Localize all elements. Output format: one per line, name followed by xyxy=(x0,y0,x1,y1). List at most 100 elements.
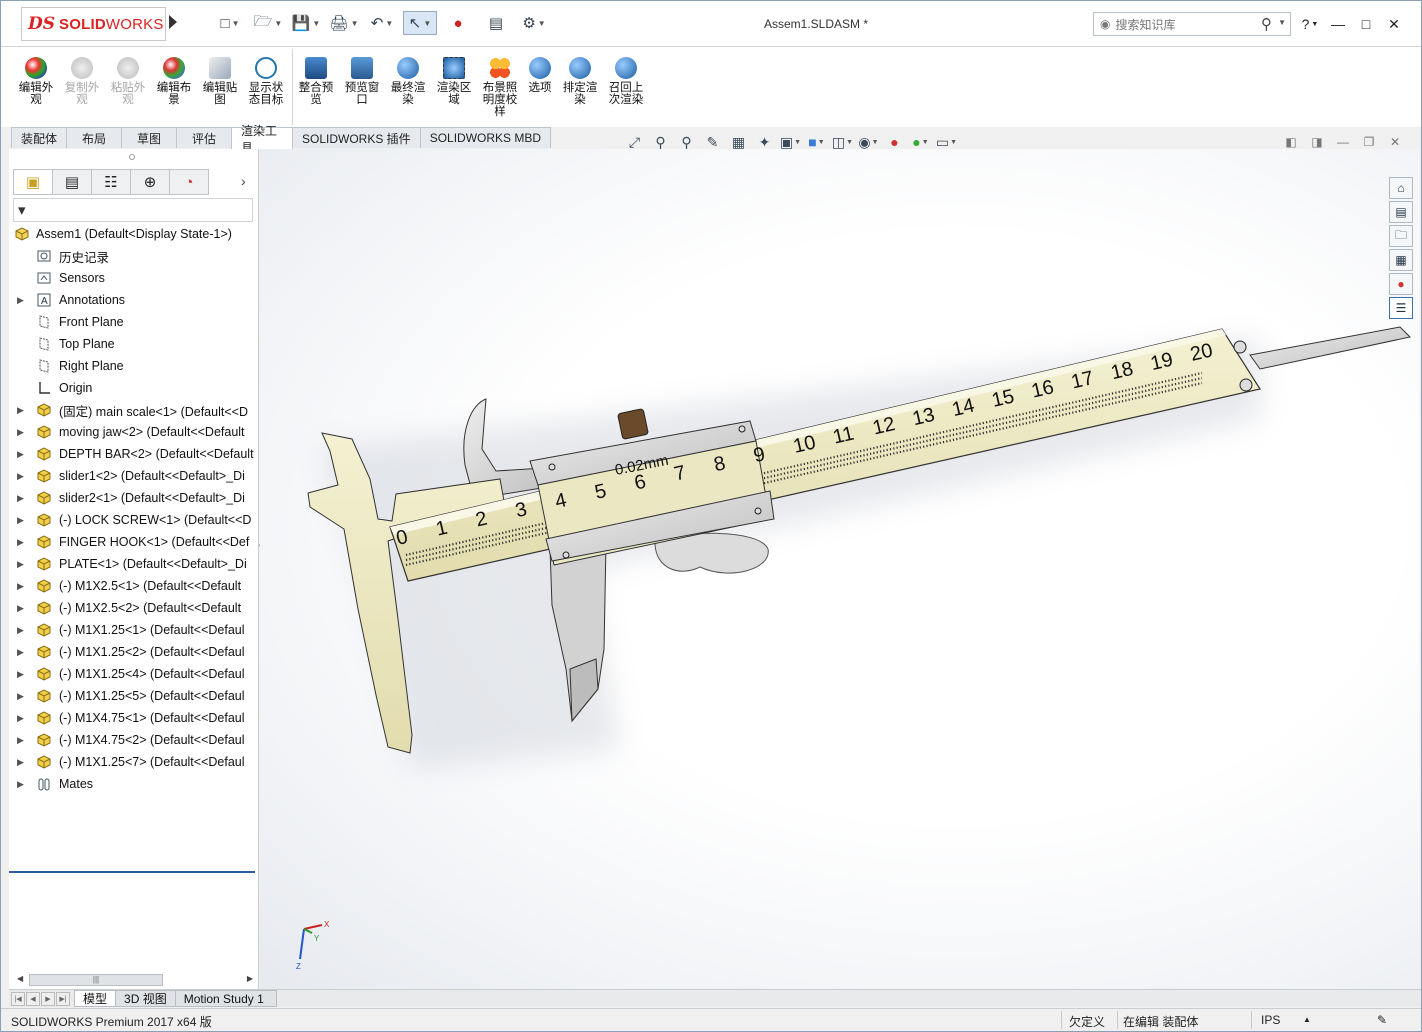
status-rebuild-icon[interactable]: ✎ xyxy=(1377,1013,1387,1027)
scroll-thumb[interactable]: ||| xyxy=(29,974,163,986)
tree-item[interactable]: ▶ (-) M1X4.75<1> (Default<<Defaul xyxy=(9,707,259,729)
new-document-button[interactable]: □ ▼ xyxy=(213,11,247,35)
recall-last-render-button[interactable]: 召回上次渲染 xyxy=(605,57,647,106)
menu-flyout-arrow-icon[interactable] xyxy=(169,15,177,29)
expand-arrow-icon[interactable]: ▶ xyxy=(17,625,27,636)
prev-tab-icon[interactable]: ◀ xyxy=(26,991,40,1006)
help-button[interactable]: ? ▼ xyxy=(1299,13,1321,35)
tree-item[interactable]: Top Plane xyxy=(9,333,259,355)
panel-collapse-handle[interactable] xyxy=(129,154,135,160)
expand-arrow-icon[interactable]: ▶ xyxy=(17,559,27,570)
expand-arrow-icon[interactable]: ▶ xyxy=(17,647,27,658)
tab-dimxpert-manager[interactable]: ⊕ xyxy=(130,169,170,195)
file-properties-button[interactable]: ▤ xyxy=(479,11,513,35)
tab-layout[interactable]: 布局 xyxy=(66,127,122,148)
file-explorer-tab[interactable]: 🗀 xyxy=(1389,225,1413,247)
tab-sketch[interactable]: 草图 xyxy=(121,127,177,148)
expand-arrow-icon[interactable]: ▶ xyxy=(17,581,27,592)
open-button[interactable]: 🗁 ▼ xyxy=(251,11,285,35)
expand-arrow-icon[interactable]: ▶ xyxy=(17,669,27,680)
expand-arrow-icon[interactable]: ▶ xyxy=(17,757,27,768)
tab-model[interactable]: 模型 xyxy=(74,990,117,1007)
solidworks-logo[interactable]: DS SOLIDWORKS xyxy=(21,7,166,41)
edit-scene-button[interactable]: 编辑布景 xyxy=(153,57,195,106)
first-tab-icon[interactable]: |◀ xyxy=(11,991,25,1006)
expand-arrow-icon[interactable]: ▶ xyxy=(17,493,27,504)
tree-item[interactable]: ▶ Mates xyxy=(9,773,259,795)
tree-item[interactable]: Origin xyxy=(9,377,259,399)
search-icon[interactable]: ⚲ xyxy=(1261,15,1272,33)
expand-arrow-icon[interactable]: ▶ xyxy=(17,471,27,482)
tree-item[interactable]: ▶ (-) M1X1.25<5> (Default<<Defaul xyxy=(9,685,259,707)
tree-filter[interactable]: ▾ xyxy=(13,198,253,222)
tree-item[interactable]: ▶ (-) M1X2.5<2> (Default<<Default xyxy=(9,597,259,619)
tree-item[interactable]: ▶ (-) M1X1.25<2> (Default<<Defaul xyxy=(9,641,259,663)
integrated-preview-button[interactable]: 整合预览 xyxy=(295,57,337,106)
rebuild-button[interactable]: ● xyxy=(441,11,475,35)
tab-motion-study[interactable]: Motion Study 1 xyxy=(174,990,277,1007)
save-button[interactable]: 💾 ▼ xyxy=(289,11,323,35)
tree-item[interactable]: Right Plane xyxy=(9,355,259,377)
schedule-render-button[interactable]: 排定渲染 xyxy=(559,57,601,106)
tree-item[interactable]: ▶ DEPTH BAR<2> (Default<<Default xyxy=(9,443,259,465)
final-render-button[interactable]: 最终渲染 xyxy=(387,57,429,106)
maximize-button[interactable]: □ xyxy=(1355,13,1377,35)
tab-evaluate[interactable]: 评估 xyxy=(176,127,232,148)
next-tab-icon[interactable]: ▶ xyxy=(41,991,55,1006)
options-button[interactable]: ⚙ ▼ xyxy=(517,11,551,35)
tab-render-tools[interactable]: 渲染工具 xyxy=(231,124,293,155)
tree-item[interactable]: ▶ (-) M1X2.5<1> (Default<<Default xyxy=(9,575,259,597)
tree-item[interactable]: ▶ (固定) main scale<1> (Default<<D xyxy=(9,399,259,421)
scroll-left-icon[interactable]: ◀ xyxy=(17,974,23,983)
tree-item[interactable]: ▶ (-) M1X1.25<7> (Default<<Defaul xyxy=(9,751,259,773)
tree-item[interactable]: ▶ FINGER HOOK<1> (Default<<Def xyxy=(9,531,259,553)
expand-arrow-icon[interactable]: ▶ xyxy=(17,735,27,746)
render-options-button[interactable]: 选项 xyxy=(519,57,561,94)
expand-arrow-icon[interactable]: ▶ xyxy=(17,691,27,702)
tree-item[interactable]: ▶ slider1<2> (Default<<Default>_Di xyxy=(9,465,259,487)
tab-solidworks-addins[interactable]: SOLIDWORKS 插件 xyxy=(292,127,421,148)
expand-arrow-icon[interactable]: ▶ xyxy=(17,779,27,790)
expand-arrow-icon[interactable]: ▶ xyxy=(17,713,27,724)
undo-button[interactable]: ↶ ▼ xyxy=(365,11,399,35)
tree-horizontal-scrollbar[interactable]: ◀ ||| ▶ xyxy=(15,973,255,987)
solidworks-resources-tab[interactable]: ⌂ xyxy=(1389,177,1413,199)
expand-arrow-icon[interactable]: ▶ xyxy=(17,295,27,306)
last-tab-icon[interactable]: ▶| xyxy=(56,991,70,1006)
tab-solidworks-mbd[interactable]: SOLIDWORKS MBD xyxy=(419,127,552,148)
expand-arrow-icon[interactable]: ▶ xyxy=(17,405,27,416)
tree-item[interactable]: Front Plane xyxy=(9,311,259,333)
tab-3d-views[interactable]: 3D 视图 xyxy=(115,990,176,1007)
graphics-area[interactable]: 0 1 2 3 4 5 6 7 8 9 10 11 12 13 14 15 16 17 18 19 20 0.02mm … xyxy=(260,149,1420,989)
tab-configuration-manager[interactable]: ☷ xyxy=(91,169,131,195)
tab-feature-manager[interactable]: ▣ xyxy=(13,169,53,195)
tab-display-manager[interactable]: ◔ xyxy=(169,169,209,195)
tree-item[interactable]: Sensors xyxy=(9,267,259,289)
tab-property-manager[interactable]: ▤ xyxy=(52,169,92,195)
tree-item[interactable]: ▶ A Annotations xyxy=(9,289,259,311)
tab-assembly[interactable]: 装配体 xyxy=(11,127,67,148)
render-region-button[interactable]: 渲染区域 xyxy=(433,57,475,106)
chevron-right-icon[interactable]: › xyxy=(241,173,246,189)
search-box[interactable]: ◉ 搜索知识库 ⚲ ▼ xyxy=(1093,12,1291,36)
preview-window-button[interactable]: 预览窗口 xyxy=(341,57,383,106)
chevron-down-icon[interactable]: ▼ xyxy=(1278,18,1286,27)
custom-properties-tab[interactable]: ☰ xyxy=(1389,297,1413,319)
tree-root-assembly[interactable]: Assem1 (Default<Display State-1>) xyxy=(9,223,259,245)
view-palette-tab[interactable]: ▦ xyxy=(1389,249,1413,271)
scene-illumination-proof-button[interactable]: 布景照明度校样 xyxy=(479,57,521,118)
expand-arrow-icon[interactable]: ▶ xyxy=(17,515,27,526)
print-button[interactable]: 🖨 ▼ xyxy=(327,11,361,35)
tree-item[interactable]: ▶ PLATE<1> (Default<<Default>_Di xyxy=(9,553,259,575)
design-library-tab[interactable]: ▤ xyxy=(1389,201,1413,223)
select-button[interactable]: ↖ ▼ xyxy=(403,11,437,35)
edit-decal-button[interactable]: 编辑贴图 xyxy=(199,57,241,106)
copy-appearance-button[interactable]: 复制外观 xyxy=(61,57,103,106)
tree-item[interactable]: ▶ moving jaw<2> (Default<<Default xyxy=(9,421,259,443)
paste-appearance-button[interactable]: 粘贴外观 xyxy=(107,57,149,106)
edit-appearance-button[interactable]: 编辑外观 xyxy=(15,57,57,106)
appearances-scenes-tab[interactable]: ● xyxy=(1389,273,1413,295)
expand-arrow-icon[interactable]: ▶ xyxy=(17,603,27,614)
scroll-right-icon[interactable]: ▶ xyxy=(247,974,253,983)
expand-arrow-icon[interactable]: ▶ xyxy=(17,427,27,438)
